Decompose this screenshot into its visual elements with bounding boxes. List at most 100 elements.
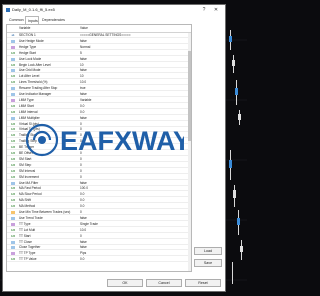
table-row[interactable]: LMM Multiplier false (7, 116, 191, 121)
row-value[interactable]: 100.0 (80, 186, 188, 191)
row-variable: Use Min Time Between Trades (sec) (19, 210, 71, 214)
table-row[interactable]: 123 BE Offset 0 (7, 151, 191, 156)
row-value[interactable]: false (80, 92, 188, 97)
row-value[interactable]: 0 (80, 127, 188, 132)
table-row[interactable]: TT Type Single Trade (7, 222, 191, 227)
row-value[interactable]: 0 (80, 175, 188, 180)
table-row[interactable]: TT Close false (7, 240, 191, 245)
table-row[interactable]: Resume Trading After Stop true (7, 86, 191, 92)
row-value[interactable]: 5 (80, 51, 188, 56)
row-value[interactable]: Variable (80, 98, 188, 103)
table-row[interactable]: 123 SM Step 0 (7, 163, 191, 168)
cancel-button[interactable]: Cancel (146, 279, 182, 287)
row-value[interactable]: 0 (80, 163, 188, 168)
table-row[interactable]: Use Min Time Between Trades (sec) 0 (7, 210, 191, 215)
table-row[interactable]: 123 TT Lot Mult 10.0 (7, 228, 191, 233)
row-value[interactable]: 0.0 (80, 204, 188, 209)
table-row[interactable]: 123 MA Method 0.0 (7, 204, 191, 210)
row-value[interactable]: false (80, 240, 188, 245)
help-button[interactable]: ? (199, 5, 209, 15)
table-row[interactable]: Use Trend Trade false (7, 216, 191, 221)
row-value[interactable]: 0 (80, 169, 188, 174)
table-row[interactable]: Use Hedge Mode false (7, 39, 191, 44)
row-value[interactable]: =====GENERAL SETTINGS===== (80, 33, 188, 38)
row-value[interactable]: 0 (80, 139, 188, 144)
table-row[interactable]: 123 Trailing Start 0 (7, 133, 191, 139)
table-row[interactable]: 123 MA Shift 0.0 (7, 198, 191, 204)
reset-button[interactable]: Reset (185, 279, 221, 287)
load-button[interactable]: Load (194, 247, 222, 255)
table-row[interactable]: 123 Begin Lock After Level 10 (7, 63, 191, 68)
header-variable[interactable]: Variable (19, 25, 77, 32)
row-value[interactable]: 0 (80, 122, 188, 127)
table-row[interactable]: TT TP Type Pips (7, 251, 191, 257)
row-value[interactable]: 0 (80, 157, 188, 162)
row-value[interactable]: Normal (80, 45, 188, 50)
row-value[interactable]: 10.0 (80, 228, 188, 233)
row-value[interactable]: 10 (80, 74, 188, 79)
row-value[interactable]: 0 (80, 145, 188, 150)
table-row[interactable]: 123 SM Interval 0 (7, 169, 191, 174)
row-variable: Use Indicator Manager (19, 92, 52, 96)
row-value[interactable]: 0.0 (80, 110, 188, 115)
table-row[interactable]: 123 MA Slow Period 0.0 (7, 192, 191, 198)
row-value[interactable]: false (80, 68, 188, 73)
tab-common[interactable]: Common (7, 16, 25, 24)
tab-inputs[interactable]: Inputs (25, 16, 39, 24)
table-row[interactable]: ab SECTION 1 =====GENERAL SETTINGS===== (7, 33, 191, 38)
table-row[interactable]: Hedge Type Normal (7, 45, 191, 50)
table-row[interactable]: 123 TT TP Value 0.0 (7, 257, 191, 263)
table-row[interactable]: Use Indicator Manager false (7, 92, 191, 97)
table-row[interactable]: LMM Type Variable (7, 98, 191, 103)
row-value[interactable]: 10.0 (80, 80, 188, 85)
table-row[interactable]: 123 Virtual Sl (pts) 0 (7, 122, 191, 127)
table-row[interactable]: 123 SM Start 0 (7, 157, 191, 162)
row-value[interactable]: 10 (80, 63, 188, 68)
row-value[interactable]: 0 (80, 210, 188, 215)
table-row[interactable]: Close Together false (7, 245, 191, 251)
row-value[interactable]: Single Trade (80, 222, 188, 227)
row-value[interactable]: true (80, 86, 188, 91)
row-value[interactable]: false (80, 57, 188, 62)
table-row[interactable]: 123 LMM Interval 0.0 (7, 110, 191, 115)
table-row[interactable]: 123 SM Increment 0 (7, 175, 191, 180)
row-value[interactable]: 0.0 (80, 104, 188, 109)
table-row[interactable]: 123 Trailing Step 0 (7, 139, 191, 145)
scrollbar-thumb[interactable] (188, 51, 191, 141)
table-row[interactable]: 123 LMM Start 0.0 (7, 104, 191, 109)
table-row[interactable]: 123 Hedge Start 5 (7, 51, 191, 56)
row-value[interactable]: 0 (80, 234, 188, 239)
row-variable: Use Grid Mode (19, 68, 41, 73)
table-row[interactable]: 123 TT Start 0 (7, 234, 191, 239)
row-value[interactable]: false (80, 216, 188, 221)
table-row[interactable]: 123 Lot After Level 10 (7, 74, 191, 80)
table-row[interactable]: 123 Virtual Tp (pts) 0 (7, 127, 191, 133)
row-value[interactable]: Pips (80, 251, 188, 256)
num-type-icon: 123 (11, 205, 15, 209)
row-value[interactable]: false (80, 181, 188, 186)
close-button[interactable]: ✕ (211, 5, 221, 15)
row-variable: SM Step (19, 162, 32, 167)
table-row[interactable]: Use Grid Mode false (7, 68, 191, 74)
row-value[interactable]: 0.0 (80, 257, 188, 262)
row-value[interactable]: 0.0 (80, 198, 188, 203)
row-value[interactable]: false (80, 116, 188, 121)
header-value[interactable]: Value (80, 25, 188, 32)
save-button[interactable]: Save (194, 259, 222, 267)
expert-properties-dialog: Daily_M_0.1.6_ffi_5.ex5 ? ✕ Common Input… (2, 4, 226, 292)
row-variable: LMM Multiplier (19, 115, 40, 120)
grid-scrollbar[interactable] (188, 33, 191, 271)
tab-dependencies[interactable]: Dependencies (40, 16, 70, 24)
row-value[interactable]: 0.0 (80, 192, 188, 197)
ok-button[interactable]: OK (107, 279, 143, 287)
table-row[interactable]: 123 MA Fast Period 100.0 (7, 186, 191, 192)
table-row[interactable]: Use Lock Mode false (7, 57, 191, 62)
table-row[interactable]: 123 BE Trigger 0 (7, 145, 191, 151)
row-value[interactable]: 0 (80, 151, 188, 156)
row-value[interactable]: 0 (80, 133, 188, 138)
table-row[interactable]: 123 Lines Threshold (%) 10.0 (7, 80, 191, 86)
row-value[interactable]: false (80, 39, 188, 44)
dialog-titlebar[interactable]: Daily_M_0.1.6_ffi_5.ex5 ? ✕ (3, 5, 225, 15)
table-row[interactable]: Use MA Filter false (7, 181, 191, 186)
row-value[interactable]: false (80, 245, 188, 250)
